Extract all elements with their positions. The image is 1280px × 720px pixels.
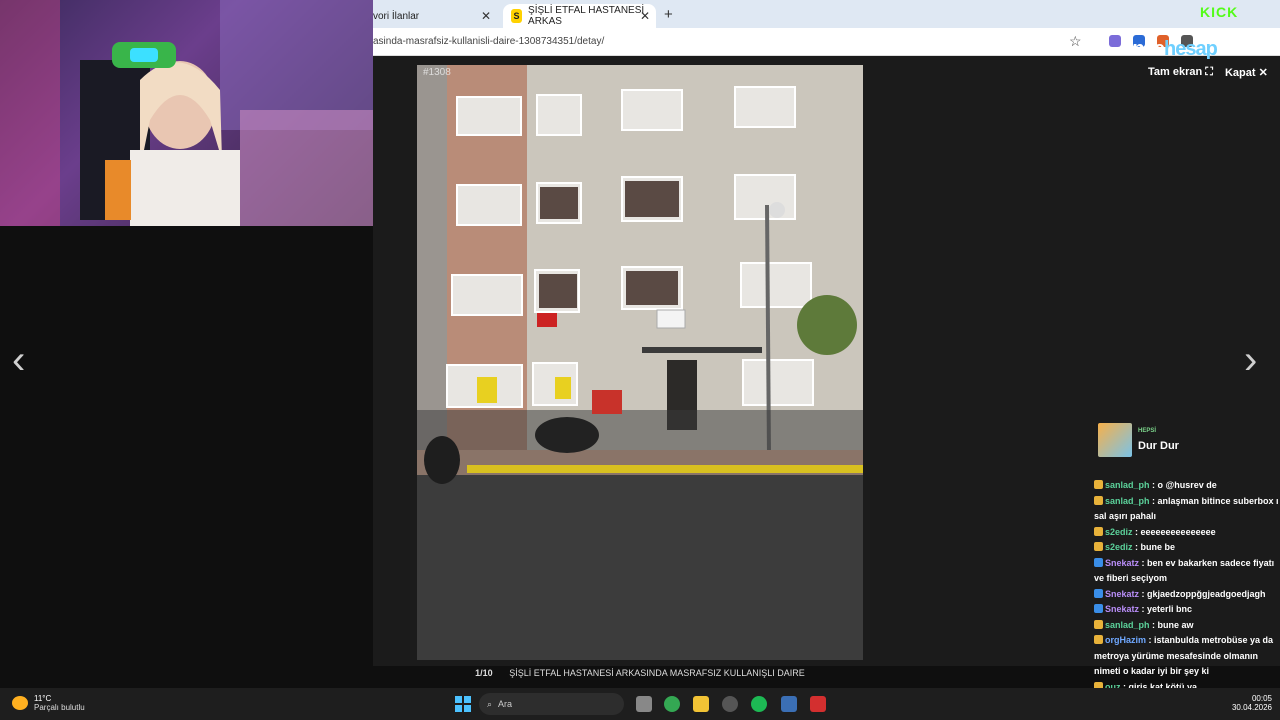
user-badge-icon (1094, 495, 1103, 505)
previous-photo-icon[interactable]: ‹ (12, 340, 25, 380)
webcam-image (0, 0, 373, 226)
close-button[interactable]: Kapat ✕ (1225, 66, 1268, 79)
chat-username[interactable]: sanlad_ph (1105, 620, 1150, 630)
new-tab-icon[interactable]: + (664, 6, 673, 23)
stream-chat: HEPSİ Dur Dur sanlad_ph : o @husrev de sa… (1090, 420, 1280, 720)
chat-message: sanlad_ph : anlaşman bitince suberbox ı … (1094, 495, 1279, 521)
weather-temp: 11°C (34, 694, 52, 703)
chrome-icon[interactable] (664, 696, 680, 712)
pinned-thumbnail (1098, 423, 1132, 457)
chat-username[interactable]: sanlad_ph (1105, 480, 1150, 490)
pinned-tag: HEPSİ (1138, 428, 1157, 434)
weather-icon (12, 696, 28, 710)
chat-username[interactable]: sanlad_ph (1105, 496, 1150, 506)
user-badge-icon (1094, 480, 1103, 489)
chat-text: yeterli bnc (1147, 604, 1193, 614)
chat-message: s2ediz : eeeeeeeeeeeeeee (1094, 525, 1280, 541)
system-clock[interactable]: 00:05 30.04.2026 (1228, 694, 1272, 712)
taskbar: 11°C Parçalı bulutlu ⌕ Ara 00:05 30.04.2… (0, 688, 1280, 720)
clock-date: 30.04.2026 (1231, 703, 1272, 712)
tab-favorites[interactable]: vori İlanlar ✕ (373, 4, 497, 28)
inchesap-watermark: incehesap.com (1128, 38, 1261, 61)
chat-messages: sanlad_ph : o @husrev de sanlad_ph : anla… (1094, 478, 1280, 695)
tab-listing[interactable]: S ŞİŞLİ ETFAL HASTANESİ ARKAS ✕ (503, 4, 656, 28)
chat-message: Snekatz : gkjaedzoppğgjeadgoedjagh (1094, 587, 1280, 603)
photo-id: #1308 (423, 67, 451, 78)
chat-username[interactable]: s2ediz (1105, 527, 1133, 537)
chat-username[interactable]: Snekatz (1105, 604, 1139, 614)
clock-time: 00:05 (1251, 694, 1272, 703)
user-badge-icon (1094, 635, 1103, 644)
chat-username[interactable]: orgHazim (1105, 635, 1146, 645)
listing-photo: #1308 (417, 65, 863, 660)
pinned-title: Dur Dur (1138, 440, 1179, 452)
chat-message: Snekatz : yeterli bnc (1094, 602, 1280, 618)
user-badge-icon (1094, 526, 1103, 536)
user-badge-icon (1094, 619, 1103, 629)
lightbox-controls: Tam ekran ⛶ Kapat ✕ (1148, 66, 1268, 79)
bookmark-star-icon[interactable]: ☆ (1069, 33, 1082, 50)
streamer-webcam (0, 0, 373, 226)
building-photo-image (417, 65, 863, 660)
app-icon[interactable] (810, 696, 826, 712)
chat-message: sanlad_ph : o @husrev de (1094, 478, 1280, 494)
watermark-part: ince (1128, 38, 1165, 60)
weather-widget[interactable]: 11°C Parçalı bulutlu (12, 694, 85, 712)
extension-icon[interactable] (1109, 35, 1121, 47)
chat-text: eeeeeeeeeeeeeee (1140, 526, 1216, 537)
chat-text: o @husrev de (1157, 480, 1217, 490)
photo-counter: 1/10 (475, 668, 493, 678)
tab-label: ŞİŞLİ ETFAL HASTANESİ ARKAS (528, 5, 645, 27)
tab-label: vori İlanlar (373, 10, 420, 22)
task-view-icon[interactable] (636, 696, 652, 712)
photo-caption: 1/10 ŞİŞLİ ETFAL HASTANESİ ARKASINDA MAS… (0, 668, 1280, 678)
screen: vori İlanlar ✕ S ŞİŞLİ ETFAL HASTANESİ A… (0, 0, 1280, 720)
chat-text: bune be (1140, 542, 1176, 552)
chat-text: gkjaedzoppğgjeadgoedjagh (1147, 588, 1266, 599)
spotify-icon[interactable] (751, 696, 767, 712)
close-icon[interactable]: ✕ (481, 9, 491, 23)
search-label: Ara (498, 699, 513, 709)
file-explorer-icon[interactable] (693, 696, 709, 712)
chat-message: orgHazim : istanbulda metrobüse ya da me… (1094, 635, 1274, 676)
user-badge-icon (1094, 557, 1103, 567)
fullscreen-label: Tam ekran (1148, 66, 1203, 78)
kick-logo: KICK (1200, 4, 1239, 20)
chat-username[interactable]: Snekatz (1105, 589, 1139, 599)
pinned-poll[interactable]: HEPSİ Dur Dur (1098, 422, 1278, 458)
app-icon[interactable] (781, 696, 797, 712)
taskbar-search[interactable]: ⌕ Ara (479, 693, 624, 715)
user-badge-icon (1094, 604, 1103, 613)
chat-message: sanlad_ph : bune aw (1094, 618, 1280, 634)
chat-username[interactable]: s2ediz (1105, 542, 1133, 552)
listing-title: ŞİŞLİ ETFAL HASTANESİ ARKASINDA MASRAFSI… (509, 668, 805, 678)
user-badge-icon (1094, 588, 1103, 598)
url-text: asinda-masrafsiz-kullanisli-daire-130873… (373, 36, 605, 47)
user-badge-icon (1094, 542, 1103, 551)
obs-icon[interactable] (722, 696, 738, 712)
sahibinden-icon: S (511, 9, 523, 23)
weather-desc: Parçalı bulutlu (34, 703, 85, 712)
chat-message: s2ediz : bune be (1094, 540, 1280, 556)
windows-start-icon[interactable] (455, 696, 471, 712)
fullscreen-button[interactable]: Tam ekran ⛶ (1148, 66, 1213, 79)
chat-username[interactable]: Snekatz (1105, 558, 1139, 568)
close-icon[interactable]: ✕ (640, 9, 650, 23)
close-label: Kapat (1224, 67, 1256, 79)
search-icon: ⌕ (487, 698, 493, 709)
chat-message: Snekatz : ben ev bakarken sadece fiyatı … (1094, 557, 1275, 583)
watermark-part: hesap (1164, 38, 1218, 60)
chat-text: bune aw (1157, 619, 1194, 630)
next-photo-icon[interactable]: › (1244, 340, 1257, 380)
watermark-part: .com (1216, 38, 1261, 60)
